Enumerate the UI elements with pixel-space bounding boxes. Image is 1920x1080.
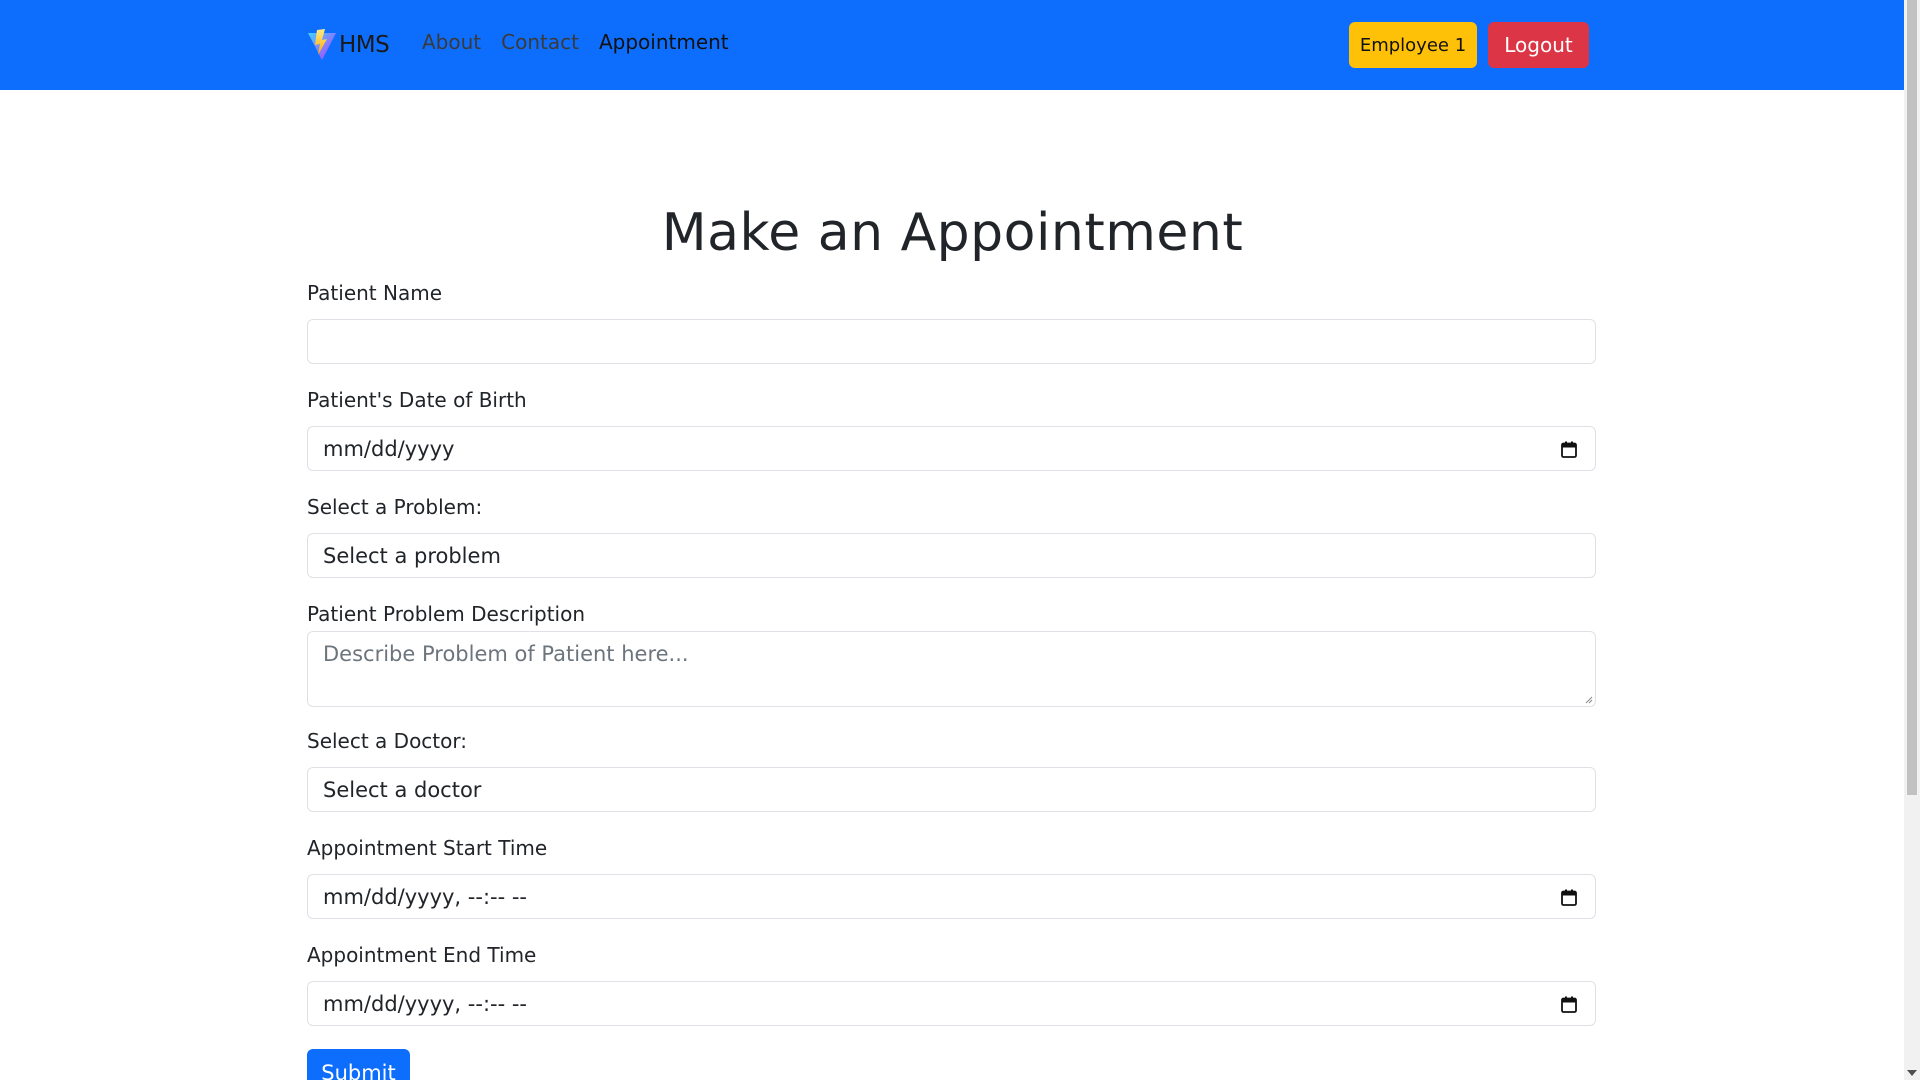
calendar-icon[interactable] <box>1561 441 1577 458</box>
resize-grip-icon[interactable] <box>1585 696 1593 704</box>
problem-selected-value: Select a problem <box>323 544 501 568</box>
end-time-input[interactable]: mm/dd/yyyy, --:-- -- <box>307 981 1596 1026</box>
patient-name-input[interactable] <box>307 319 1596 364</box>
problem-label: Select a Problem: <box>307 495 483 519</box>
end-time-label: Appointment End Time <box>307 943 537 967</box>
scrollbar-thumb[interactable] <box>1907 0 1917 795</box>
dob-input[interactable]: mm/dd/yyyy <box>307 426 1596 471</box>
doctor-select[interactable]: Select a doctor <box>307 767 1596 812</box>
submit-button[interactable]: Submit <box>307 1049 410 1080</box>
start-time-input[interactable]: mm/dd/yyyy, --:-- -- <box>307 874 1596 919</box>
dob-label: Patient's Date of Birth <box>307 388 527 412</box>
nav-link-contact[interactable]: Contact <box>501 30 579 54</box>
nav-link-appointment[interactable]: Appointment <box>599 30 729 54</box>
start-time-label: Appointment Start Time <box>307 836 548 860</box>
calendar-icon[interactable] <box>1561 996 1577 1013</box>
logout-button[interactable]: Logout <box>1488 22 1589 68</box>
problem-select[interactable]: Select a problem <box>307 533 1596 578</box>
brand-text: HMS <box>339 32 390 58</box>
scroll-down-arrow-icon[interactable] <box>1907 1070 1917 1076</box>
calendar-icon[interactable] <box>1561 889 1577 906</box>
vertical-scrollbar[interactable] <box>1904 0 1920 1080</box>
description-label: Patient Problem Description <box>307 602 586 626</box>
nav-link-about[interactable]: About <box>422 30 481 54</box>
doctor-label: Select a Doctor: <box>307 729 467 753</box>
end-time-value: mm/dd/yyyy, --:-- -- <box>323 992 528 1016</box>
nav-links: About Contact Appointment <box>422 30 749 54</box>
description-placeholder: Describe Problem of Patient here... <box>323 642 689 666</box>
patient-name-label: Patient Name <box>307 281 442 305</box>
vite-logo-icon <box>308 29 336 60</box>
employee-button[interactable]: Employee 1 <box>1349 22 1477 68</box>
navbar-container: HMS About Contact Appointment Employee 1… <box>307 0 1589 90</box>
doctor-selected-value: Select a doctor <box>323 778 482 802</box>
navbar: HMS About Contact Appointment Employee 1… <box>0 0 1904 90</box>
dob-value: mm/dd/yyyy <box>323 437 455 461</box>
page: HMS About Contact Appointment Employee 1… <box>0 0 1920 1080</box>
description-textarea[interactable]: Describe Problem of Patient here... <box>307 631 1596 707</box>
page-title: Make an Appointment <box>661 203 1244 263</box>
start-time-value: mm/dd/yyyy, --:-- -- <box>323 885 528 909</box>
brand-link[interactable]: HMS <box>307 26 390 64</box>
